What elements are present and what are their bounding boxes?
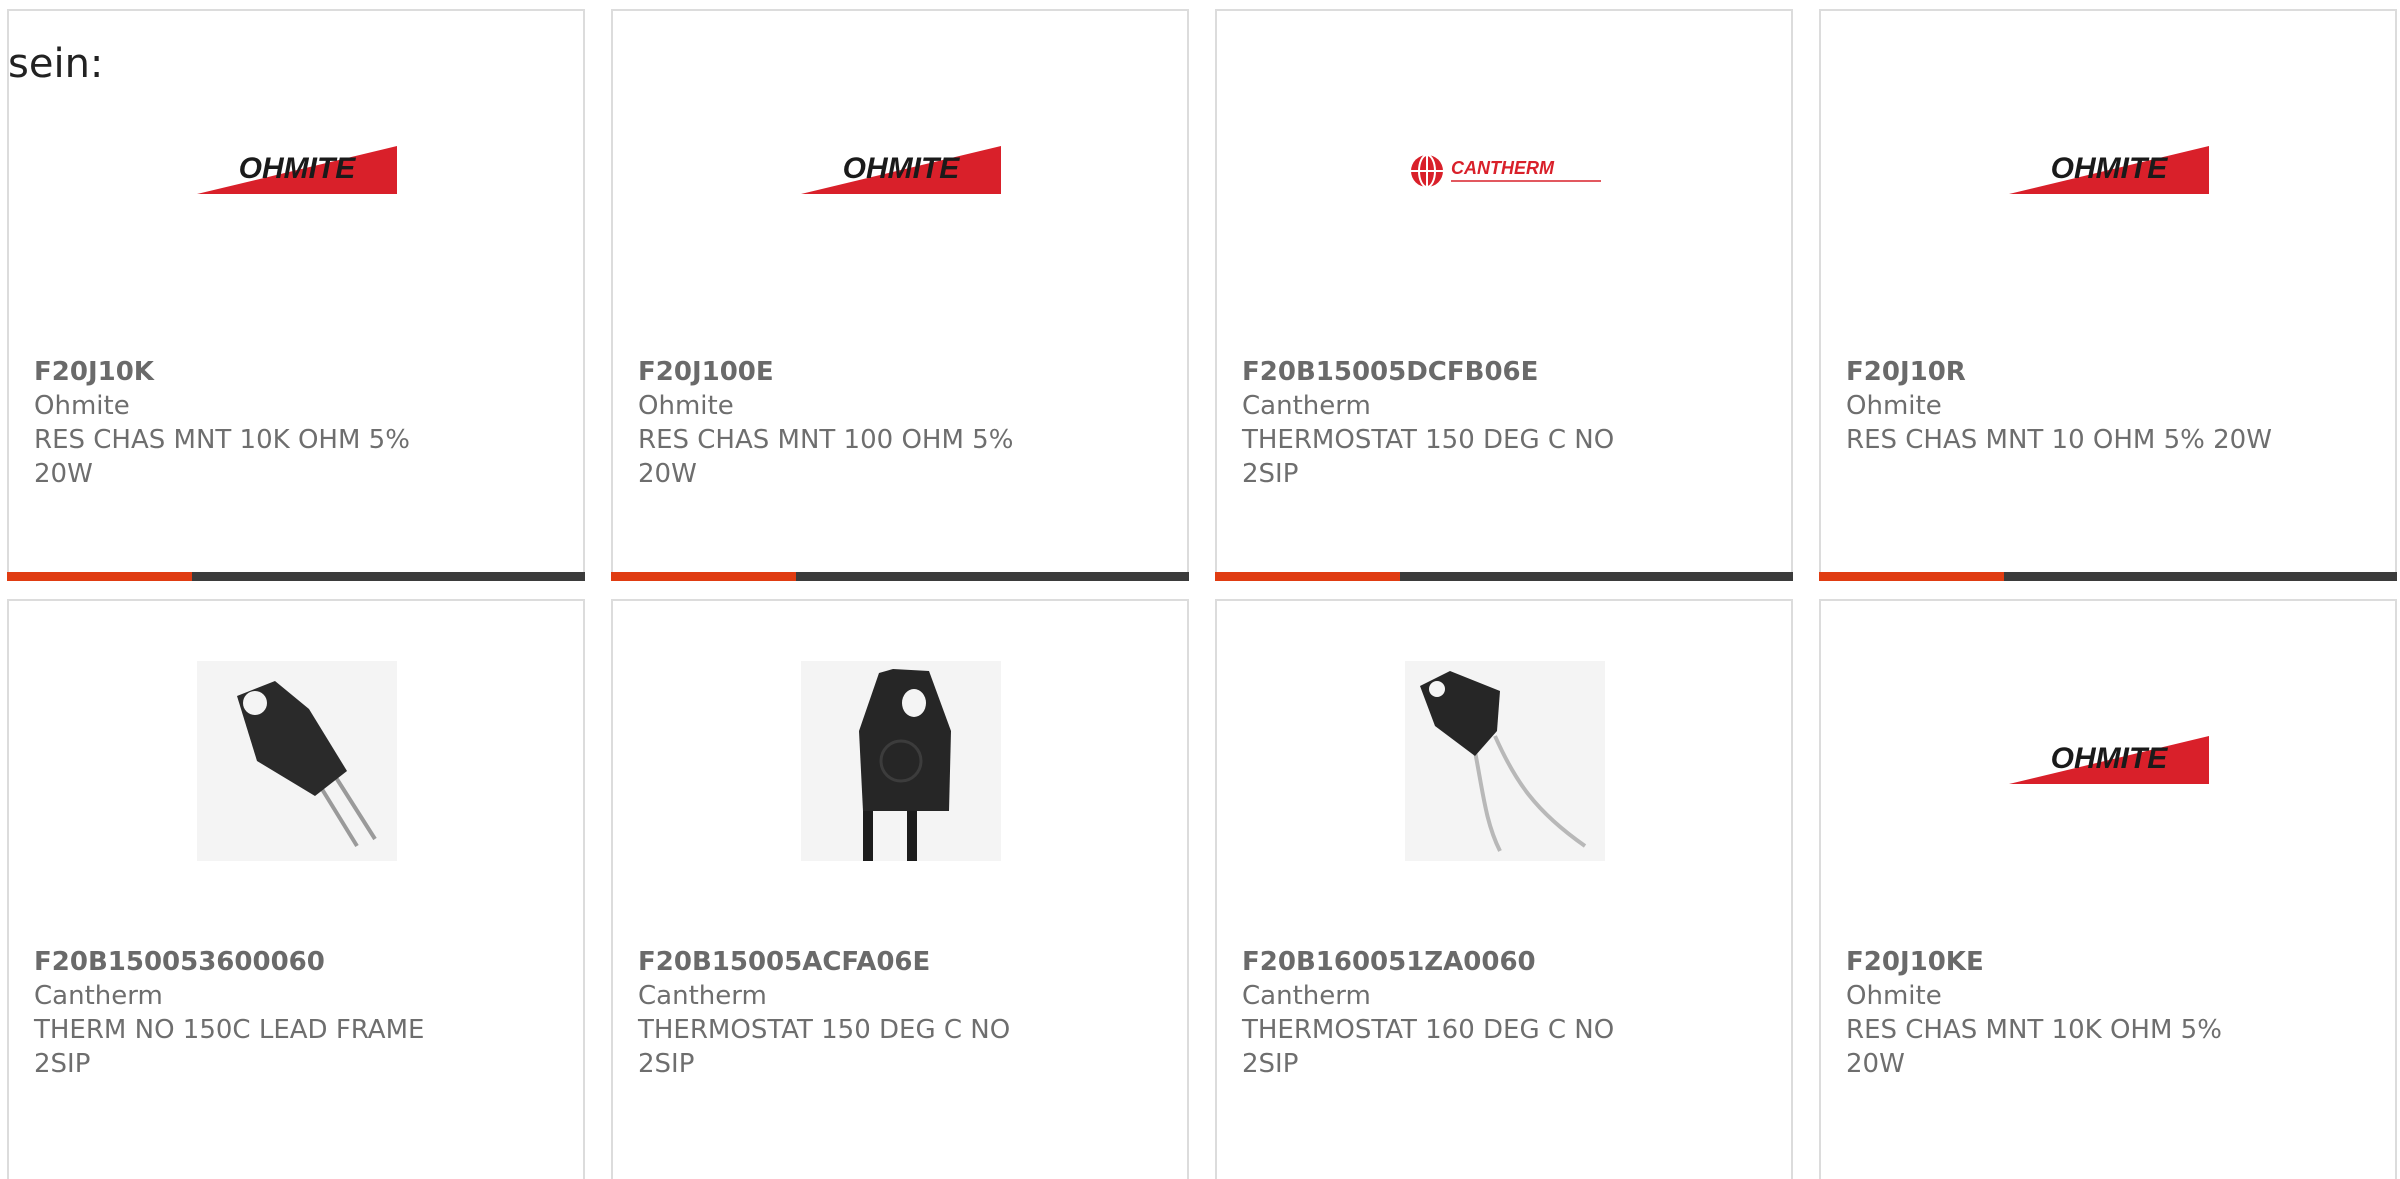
- part-number[interactable]: F20B160051ZA0060: [1242, 945, 1682, 979]
- logo-text: CANTHERM: [1451, 158, 1555, 178]
- description-line-2: 2SIP: [1242, 459, 1299, 489]
- description-line-2: 2SIP: [638, 1049, 695, 1079]
- description: RES CHAS MNT 10 OHM 5% 20W: [1846, 425, 2272, 455]
- description-line-2: 20W: [638, 459, 697, 489]
- description: THERMOSTAT 150 DEG C NO: [638, 1015, 1011, 1045]
- part-number[interactable]: F20B15005ACFA06E: [638, 945, 1078, 979]
- product-image: [1405, 661, 1605, 861]
- part-number[interactable]: F20B15005DCFB06E: [1242, 355, 1682, 389]
- logo-text: OHMITE: [239, 152, 357, 185]
- manufacturer: Cantherm: [34, 981, 163, 1011]
- product-info: F20J10R Ohmite RES CHAS MNT 10 OHM 5% 20…: [1846, 355, 2286, 457]
- intro-text: sein:: [8, 41, 104, 87]
- thermostat-photo-icon: [197, 661, 397, 861]
- product-grid: OHMITE F20J10K Ohmite RES CHAS MNT 10K O…: [0, 0, 2400, 1179]
- description-line-2: 2SIP: [1242, 1049, 1299, 1079]
- logo-text: OHMITE: [2051, 152, 2169, 185]
- manufacturer-logo: OHMITE: [197, 71, 397, 271]
- product-card[interactable]: OHMITE F20J10KE Ohmite RES CHAS MNT 10K …: [1819, 599, 2397, 1179]
- product-info: F20B15005DCFB06E Cantherm THERMOSTAT 150…: [1242, 355, 1682, 491]
- manufacturer: Cantherm: [1242, 391, 1371, 421]
- product-card[interactable]: F20B160051ZA0060 Cantherm THERMOSTAT 160…: [1215, 599, 1793, 1179]
- manufacturer-logo: OHMITE: [2009, 71, 2209, 271]
- ohmite-logo-icon: OHMITE: [197, 146, 397, 194]
- description: THERMOSTAT 150 DEG C NO: [1242, 425, 1615, 455]
- progress-bar: [1819, 572, 2397, 581]
- progress-fill: [1215, 572, 1400, 581]
- part-number[interactable]: F20J10R: [1846, 355, 2286, 389]
- description-line-2: 2SIP: [34, 1049, 91, 1079]
- progress-bar: [7, 572, 585, 581]
- part-number[interactable]: F20J10K: [34, 355, 474, 389]
- product-info: F20B150053600060 Cantherm THERM NO 150C …: [34, 945, 474, 1081]
- description: THERM NO 150C LEAD FRAME: [34, 1015, 425, 1045]
- progress-fill: [611, 572, 796, 581]
- product-image: [801, 661, 1001, 861]
- part-number[interactable]: F20B150053600060: [34, 945, 474, 979]
- manufacturer-logo: CANTHERM: [1405, 71, 1605, 271]
- description: RES CHAS MNT 10K OHM 5%: [34, 425, 410, 455]
- description-line-2: 20W: [1846, 1049, 1905, 1079]
- manufacturer-logo: OHMITE: [801, 71, 1001, 271]
- product-info: F20J100E Ohmite RES CHAS MNT 100 OHM 5% …: [638, 355, 1078, 491]
- logo-text: OHMITE: [2051, 742, 2169, 775]
- ohmite-logo-icon: OHMITE: [2009, 736, 2209, 784]
- progress-fill: [1819, 572, 2004, 581]
- logo-text: OHMITE: [843, 152, 961, 185]
- manufacturer: Ohmite: [1846, 981, 1942, 1011]
- product-card[interactable]: F20B15005ACFA06E Cantherm THERMOSTAT 150…: [611, 599, 1189, 1179]
- manufacturer-logo: OHMITE: [2009, 661, 2209, 861]
- product-card[interactable]: OHMITE F20J10K Ohmite RES CHAS MNT 10K O…: [7, 9, 585, 581]
- manufacturer: Ohmite: [34, 391, 130, 421]
- progress-fill: [7, 572, 192, 581]
- manufacturer: Ohmite: [638, 391, 734, 421]
- progress-bar: [1215, 572, 1793, 581]
- manufacturer: Ohmite: [1846, 391, 1942, 421]
- product-info: F20B15005ACFA06E Cantherm THERMOSTAT 150…: [638, 945, 1078, 1081]
- product-info: F20J10K Ohmite RES CHAS MNT 10K OHM 5% 2…: [34, 355, 474, 491]
- description: THERMOSTAT 160 DEG C NO: [1242, 1015, 1615, 1045]
- description: RES CHAS MNT 100 OHM 5%: [638, 425, 1014, 455]
- thermostat-photo-icon: [1405, 661, 1605, 861]
- thermostat-photo-icon: [801, 661, 1001, 861]
- cantherm-logo-icon: CANTHERM: [1411, 154, 1601, 188]
- product-info: F20J10KE Ohmite RES CHAS MNT 10K OHM 5% …: [1846, 945, 2286, 1081]
- ohmite-logo-icon: OHMITE: [2009, 146, 2209, 194]
- description: RES CHAS MNT 10K OHM 5%: [1846, 1015, 2222, 1045]
- product-card[interactable]: OHMITE F20J100E Ohmite RES CHAS MNT 100 …: [611, 9, 1189, 581]
- manufacturer: Cantherm: [1242, 981, 1371, 1011]
- part-number[interactable]: F20J10KE: [1846, 945, 2286, 979]
- ohmite-logo-icon: OHMITE: [801, 146, 1001, 194]
- product-info: F20B160051ZA0060 Cantherm THERMOSTAT 160…: [1242, 945, 1682, 1081]
- manufacturer: Cantherm: [638, 981, 767, 1011]
- description-line-2: 20W: [34, 459, 93, 489]
- progress-bar: [611, 572, 1189, 581]
- product-card[interactable]: OHMITE F20J10R Ohmite RES CHAS MNT 10 OH…: [1819, 9, 2397, 581]
- product-image: [197, 661, 397, 861]
- product-card[interactable]: F20B150053600060 Cantherm THERM NO 150C …: [7, 599, 585, 1179]
- part-number[interactable]: F20J100E: [638, 355, 1078, 389]
- product-card[interactable]: CANTHERM F20B15005DCFB06E Cantherm THERM…: [1215, 9, 1793, 581]
